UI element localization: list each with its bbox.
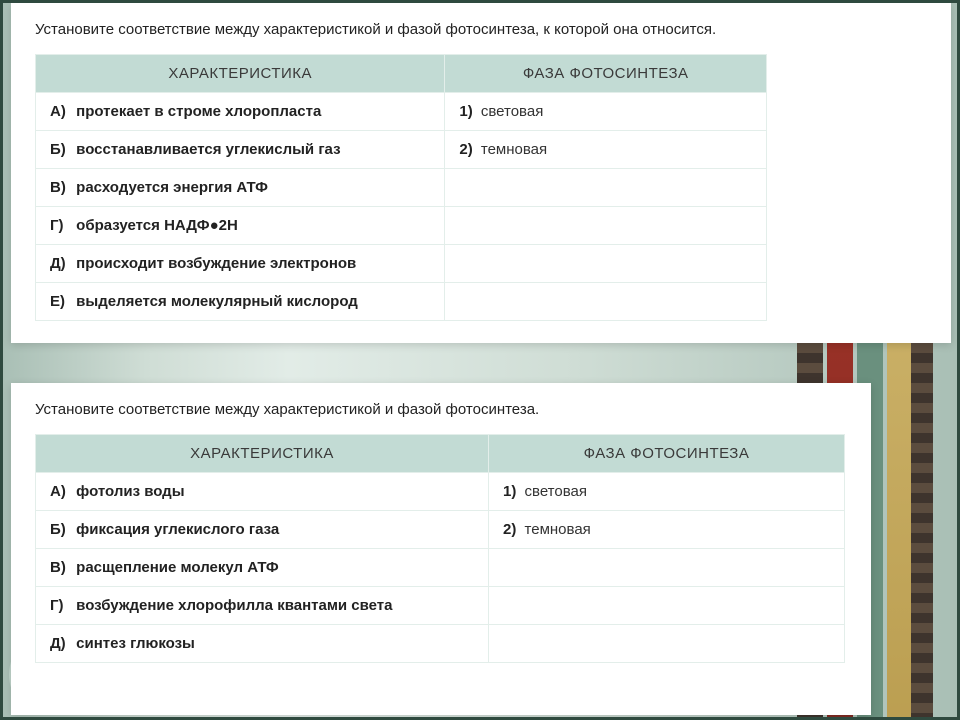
table-row: А) протекает в строме хлоропласта 1) свет…: [36, 93, 767, 131]
characteristic-cell: Г) образуется НАДФ●2Н: [36, 207, 445, 245]
phase-cell: [489, 587, 845, 625]
phase-cell: [489, 625, 845, 663]
characteristic-cell: А) протекает в строме хлоропласта: [36, 93, 445, 131]
header-phase-1: ФАЗА ФОТОСИНТЕЗА: [445, 55, 767, 93]
phase-text: темновая: [477, 141, 547, 158]
table-row: Б) фиксация углекислого газа 2) темновая: [36, 511, 845, 549]
row-letter: А) фотолиз воды: [50, 483, 185, 500]
row-letter: Д) происходит возбуждение электронов: [50, 255, 356, 272]
phase-cell: [489, 549, 845, 587]
table-body-1: А) протекает в строме хлоропласта 1) свет…: [36, 93, 767, 321]
row-letter: Е) выделяется молекулярный кислород: [50, 293, 358, 310]
row-letter: Г) образуется НАДФ●2Н: [50, 217, 238, 234]
row-letter: Б) фиксация углекислого газа: [50, 521, 279, 538]
row-letter: Г) возбуждение хлорофилла квантами света: [50, 597, 393, 614]
characteristic-cell: В) расходуется энергия АТФ: [36, 169, 445, 207]
table-row: А) фотолиз воды 1) световая: [36, 473, 845, 511]
phase-number: 2): [459, 141, 476, 158]
table-row: Б) восстанавливается углекислый газ 2) те…: [36, 131, 767, 169]
phase-number: 1): [503, 483, 520, 500]
question-card-2: Установите соответствие между характерис…: [11, 383, 871, 715]
row-letter: В) расходуется энергия АТФ: [50, 179, 268, 196]
characteristic-cell: В) расщепление молекул АТФ: [36, 549, 489, 587]
phase-cell: 2) темновая: [489, 511, 845, 549]
phase-number: 2): [503, 521, 520, 538]
characteristic-cell: Е) выделяется молекулярный кислород: [36, 283, 445, 321]
prompt-text-2: Установите соответствие между характерис…: [11, 383, 871, 424]
table-row: Г) образуется НАДФ●2Н: [36, 207, 767, 245]
phase-number: 1): [459, 103, 476, 120]
table-body-2: А) фотолиз воды1) световаяБ) фиксация уг…: [36, 473, 845, 663]
header-characteristic-1: ХАРАКТЕРИСТИКА: [36, 55, 445, 93]
row-letter: Д) синтез глюкозы: [50, 635, 195, 652]
characteristic-cell: Д) происходит возбуждение электронов: [36, 245, 445, 283]
phase-text: темновая: [520, 521, 590, 538]
phase-cell: [445, 207, 767, 245]
table-row: Д) синтез глюкозы: [36, 625, 845, 663]
table-row: Д) происходит возбуждение электронов: [36, 245, 767, 283]
phase-text: световая: [520, 483, 587, 500]
phase-cell: 1) световая: [489, 473, 845, 511]
question-card-1: Установите соответствие между характерис…: [11, 3, 951, 343]
phase-cell: [445, 169, 767, 207]
header-characteristic-2: ХАРАКТЕРИСТИКА: [36, 435, 489, 473]
table-row: Е) выделяется молекулярный кислород: [36, 283, 767, 321]
table-row: В) расщепление молекул АТФ: [36, 549, 845, 587]
phase-cell: [445, 283, 767, 321]
characteristic-cell: Б) восстанавливается углекислый газ: [36, 131, 445, 169]
characteristic-cell: Г) возбуждение хлорофилла квантами света: [36, 587, 489, 625]
matching-table-1: ХАРАКТЕРИСТИКА ФАЗА ФОТОСИНТЕЗА А) проте…: [35, 54, 767, 321]
characteristic-cell: Д) синтез глюкозы: [36, 625, 489, 663]
matching-table-2: ХАРАКТЕРИСТИКА ФАЗА ФОТОСИНТЕЗА А) фотол…: [35, 434, 845, 663]
phase-cell: [445, 245, 767, 283]
table-row: В) расходуется энергия АТФ: [36, 169, 767, 207]
prompt-text-1: Установите соответствие между характерис…: [11, 3, 951, 44]
row-letter: А) протекает в строме хлоропласта: [50, 103, 321, 120]
header-phase-2: ФАЗА ФОТОСИНТЕЗА: [489, 435, 845, 473]
characteristic-cell: А) фотолиз воды: [36, 473, 489, 511]
phase-cell: 1) световая: [445, 93, 767, 131]
characteristic-cell: Б) фиксация углекислого газа: [36, 511, 489, 549]
row-letter: Б) восстанавливается углекислый газ: [50, 141, 341, 158]
slide-background: Установите соответствие между характерис…: [0, 0, 960, 720]
phase-cell: 2) темновая: [445, 131, 767, 169]
table-row: Г) возбуждение хлорофилла квантами света: [36, 587, 845, 625]
row-letter: В) расщепление молекул АТФ: [50, 559, 279, 576]
phase-text: световая: [477, 103, 544, 120]
